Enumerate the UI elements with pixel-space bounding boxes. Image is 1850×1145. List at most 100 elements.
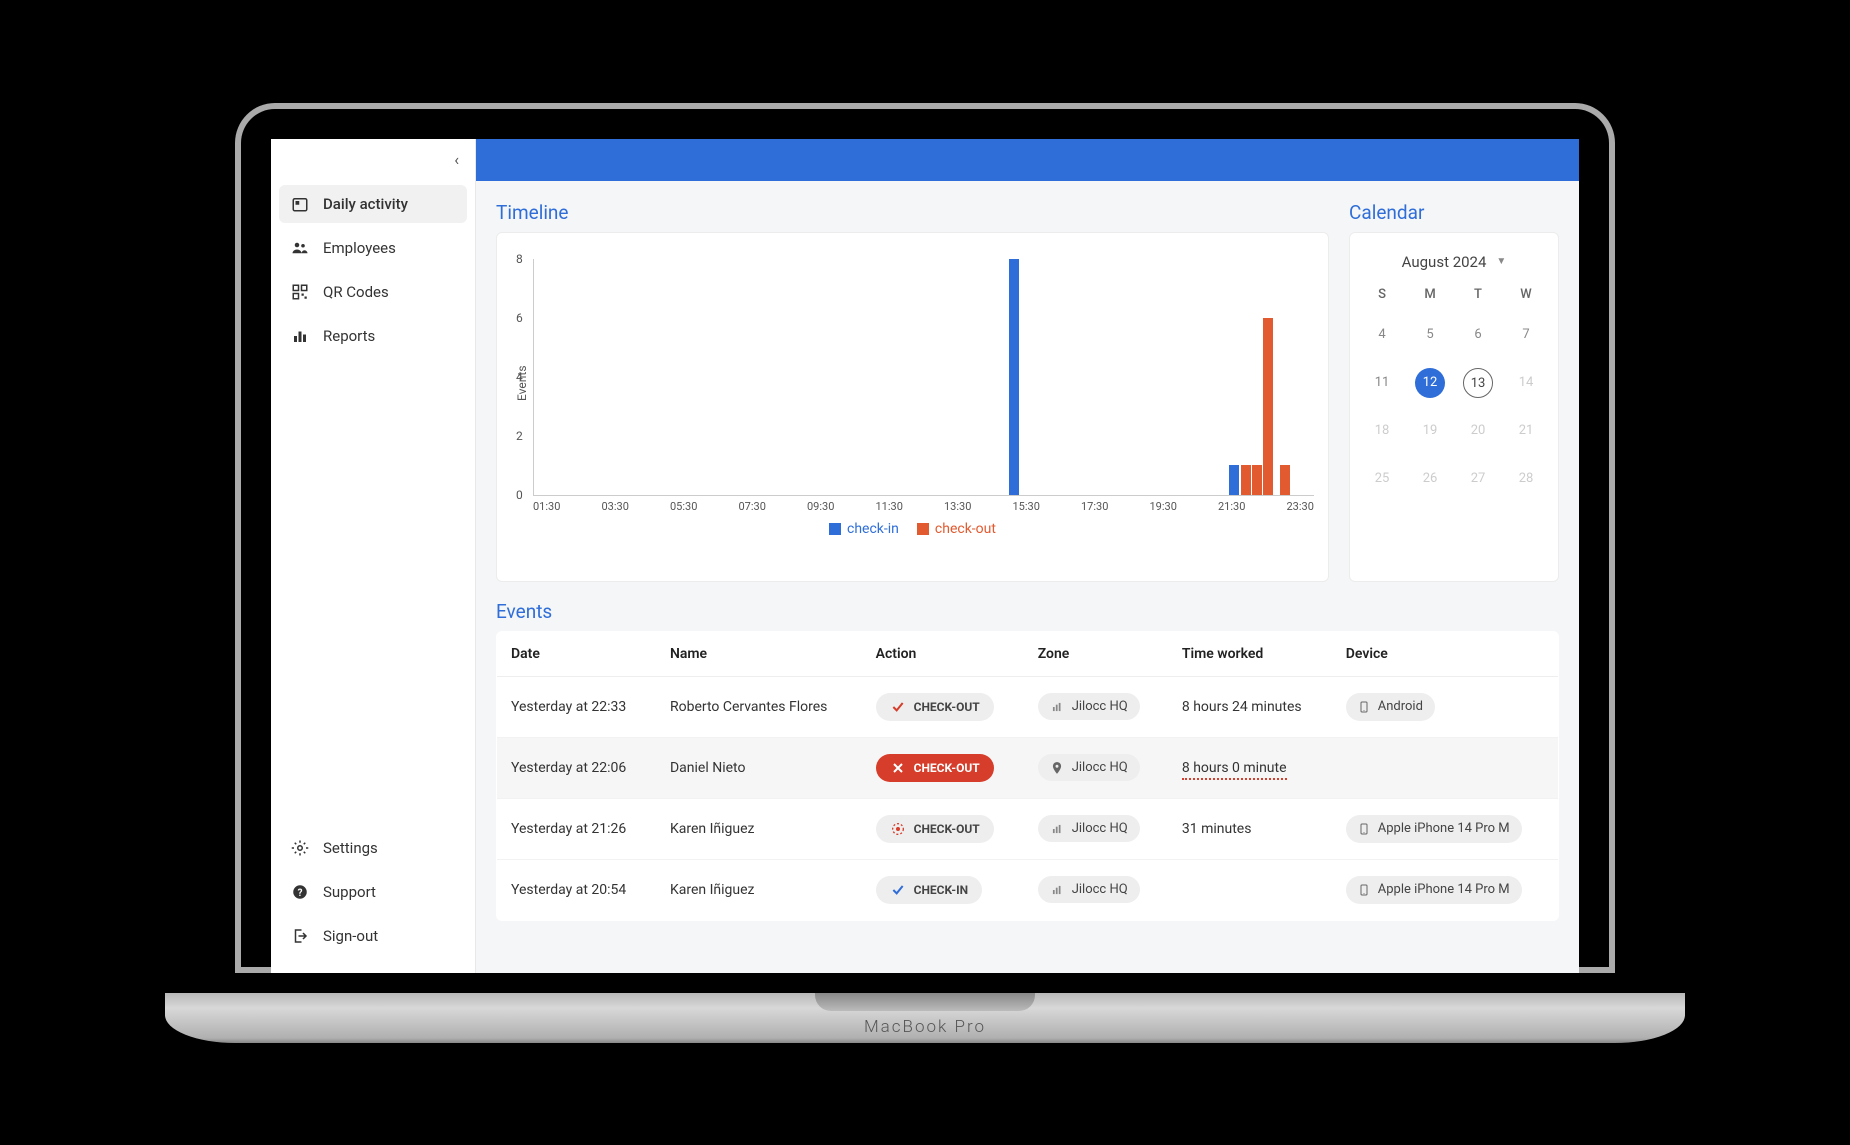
cell-zone: Jilocc HQ <box>1024 676 1168 737</box>
cell-date: Yesterday at 22:06 <box>497 737 656 798</box>
calendar-day[interactable]: 19 <box>1415 416 1445 446</box>
action-icon <box>890 699 906 715</box>
calendar-day[interactable]: 27 <box>1463 464 1493 494</box>
events-column-header: Name <box>656 631 862 676</box>
calendar-day[interactable]: 13 <box>1463 368 1493 398</box>
dropdown-icon: ▼ <box>1496 256 1506 267</box>
device-pill: Android <box>1346 693 1435 721</box>
sidebar-item-signout[interactable]: Sign-out <box>279 917 467 955</box>
sidebar-item-employees[interactable]: Employees <box>279 229 467 267</box>
xtick: 09:30 <box>807 500 834 513</box>
phone-icon <box>1358 821 1370 837</box>
people-icon <box>291 239 309 257</box>
zone-pill: Jilocc HQ <box>1038 815 1140 842</box>
calendar-today-icon <box>291 195 309 213</box>
xtick: 01:30 <box>533 500 560 513</box>
calendar-day[interactable]: 18 <box>1367 416 1397 446</box>
cell-action: CHECK-OUT <box>862 676 1024 737</box>
cell-action: CHECK-OUT <box>862 737 1024 798</box>
xtick: 11:30 <box>876 500 903 513</box>
events-column-header: Device <box>1332 631 1559 676</box>
calendar-weekday: M <box>1408 287 1452 302</box>
zone-label: Jilocc HQ <box>1072 699 1128 714</box>
chart-bar <box>1229 465 1239 495</box>
timeline-chart: 02468 <box>533 259 1314 496</box>
swatch-checkin-icon <box>829 523 841 535</box>
ytick: 4 <box>516 370 523 384</box>
xtick: 15:30 <box>1013 500 1040 513</box>
action-pill: CHECK-OUT <box>876 815 994 843</box>
zone-label: Jilocc HQ <box>1072 760 1128 775</box>
content: Timeline Events 02468 01:3003:3005:3007:… <box>476 181 1579 973</box>
calendar-day[interactable]: 28 <box>1511 464 1541 494</box>
phone-icon <box>1358 699 1370 715</box>
calendar-weekday: T <box>1456 287 1500 302</box>
device-pill: Apple iPhone 14 Pro M <box>1346 876 1522 904</box>
swatch-checkout-icon <box>917 523 929 535</box>
calendar-day[interactable]: 11 <box>1367 368 1397 398</box>
sidebar-collapse-button[interactable]: ‹ <box>271 139 475 181</box>
topbar <box>476 139 1579 181</box>
table-row[interactable]: Yesterday at 22:06Daniel NietoCHECK-OUTJ… <box>497 737 1559 798</box>
sidebar-item-label: QR Codes <box>323 283 389 301</box>
calendar-day[interactable]: 6 <box>1463 320 1493 350</box>
sidebar-item-label: Support <box>323 883 376 901</box>
calendar-day[interactable]: 5 <box>1415 320 1445 350</box>
action-pill: CHECK-OUT <box>876 693 994 721</box>
sidebar-item-support[interactable]: ? Support <box>279 873 467 911</box>
events-column-header: Date <box>497 631 656 676</box>
sidebar-nav: Daily activity Employees Q <box>271 181 475 825</box>
calendar-day[interactable]: 4 <box>1367 320 1397 350</box>
zone-icon <box>1050 883 1064 897</box>
sidebar-item-daily-activity[interactable]: Daily activity <box>279 185 467 223</box>
cell-time-worked: 8 hours 0 minute <box>1168 737 1332 798</box>
cell-name: Karen Iñiguez <box>656 798 862 859</box>
action-label: CHECK-OUT <box>914 700 980 714</box>
calendar-month-label: August 2024 <box>1402 253 1487 271</box>
help-icon: ? <box>291 883 309 901</box>
sidebar-item-settings[interactable]: Settings <box>279 829 467 867</box>
ytick: 0 <box>516 488 523 502</box>
calendar-weekday: S <box>1360 287 1404 302</box>
cell-time-worked: 31 minutes <box>1168 798 1332 859</box>
events-column-header: Zone <box>1024 631 1168 676</box>
table-row[interactable]: Yesterday at 20:54Karen IñiguezCHECK-INJ… <box>497 859 1559 920</box>
sidebar-item-reports[interactable]: Reports <box>279 317 467 355</box>
cell-zone: Jilocc HQ <box>1024 859 1168 920</box>
legend-checkin: check-in <box>829 521 899 537</box>
device-label: Apple iPhone 14 Pro M <box>1378 821 1510 836</box>
calendar-day[interactable]: 7 <box>1511 320 1541 350</box>
sidebar-footer: Settings ? Support Sign-out <box>271 825 475 973</box>
calendar-grid: SMTW4567111213141819202125262728 <box>1360 287 1548 494</box>
laptop-base: MacBook Pro <box>165 993 1685 1043</box>
calendar-day[interactable]: 14 <box>1511 368 1541 398</box>
sidebar-item-qr-codes[interactable]: QR Codes <box>279 273 467 311</box>
device-label: Android <box>1378 699 1423 714</box>
calendar-day[interactable]: 25 <box>1367 464 1397 494</box>
xtick: 13:30 <box>944 500 971 513</box>
xtick: 07:30 <box>739 500 766 513</box>
chart-bar <box>1263 318 1273 495</box>
zone-pill: Jilocc HQ <box>1038 876 1140 903</box>
zone-icon <box>1050 700 1064 714</box>
table-row[interactable]: Yesterday at 21:26Karen Iñiguez CHECK-OUT… <box>497 798 1559 859</box>
cell-action: CHECK-IN <box>862 859 1024 920</box>
timeline-card: Events 02468 01:3003:3005:3007:3009:3011… <box>496 232 1329 582</box>
cell-date: Yesterday at 21:26 <box>497 798 656 859</box>
action-icon <box>890 882 906 898</box>
calendar-title: Calendar <box>1349 201 1559 224</box>
calendar-day[interactable]: 12 <box>1415 368 1445 398</box>
chevron-left-icon: ‹ <box>454 150 459 169</box>
xtick: 21:30 <box>1218 500 1245 513</box>
chart-legend: check-in check-out <box>511 513 1314 537</box>
table-row[interactable]: Yesterday at 22:33Roberto Cervantes Flor… <box>497 676 1559 737</box>
calendar-day[interactable]: 26 <box>1415 464 1445 494</box>
calendar-day[interactable]: 20 <box>1463 416 1493 446</box>
qr-code-icon <box>291 283 309 301</box>
action-label: CHECK-IN <box>914 883 969 897</box>
events-header-row: DateNameActionZoneTime workedDevice <box>497 631 1559 676</box>
bar-chart-icon <box>291 327 309 345</box>
calendar-day[interactable]: 21 <box>1511 416 1541 446</box>
calendar-month-picker[interactable]: August 2024 ▼ <box>1360 253 1548 271</box>
timeline-title: Timeline <box>496 201 1329 224</box>
